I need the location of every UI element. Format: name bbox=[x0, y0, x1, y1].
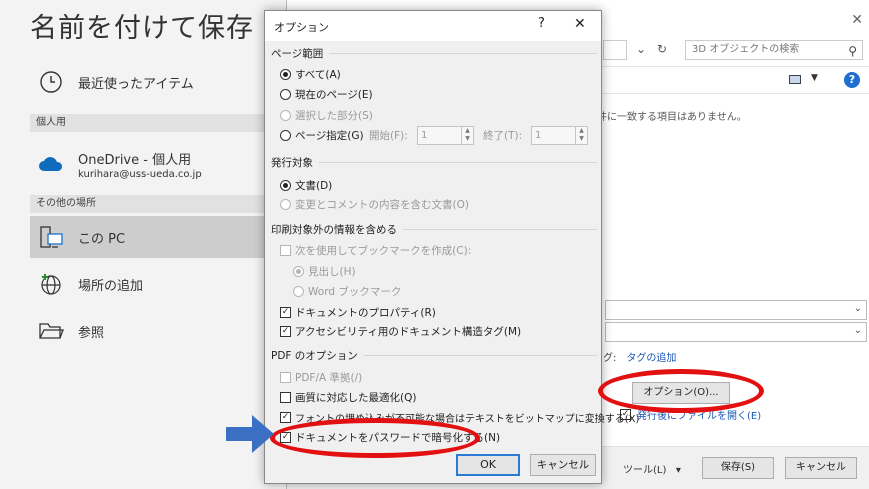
non-printing-heading: 印刷対象外の情報を含める bbox=[271, 222, 597, 237]
highlight-ring-options bbox=[598, 369, 764, 413]
ok-button[interactable]: OK bbox=[456, 454, 520, 476]
empty-message: 件に一致する項目はありません。 bbox=[597, 112, 747, 123]
pdfa-checkbox[interactable]: PDF/A 準拠(/) bbox=[280, 370, 362, 385]
radio-word-bookmarks[interactable]: Word ブックマーク bbox=[293, 284, 401, 299]
folder-icon bbox=[38, 318, 64, 344]
radio-document[interactable]: 文書(D) bbox=[280, 178, 332, 193]
close-icon[interactable]: ✕ bbox=[851, 12, 863, 28]
page-title: 名前を付けて保存 bbox=[30, 13, 254, 44]
cloud-icon bbox=[38, 151, 64, 177]
radio-pages[interactable]: ページ指定(G) bbox=[280, 128, 364, 143]
search-placeholder: 3D オブジェクトの検索 bbox=[692, 44, 800, 55]
browse-label: 参照 bbox=[78, 325, 105, 341]
view-dropdown-icon[interactable]: ▼ bbox=[811, 73, 818, 83]
onedrive-email: kurihara@uss-ueda.co.jp bbox=[78, 168, 202, 180]
add-tags-link[interactable]: タグの追加 bbox=[626, 353, 676, 364]
bookmarks-checkbox[interactable]: 次を使用してブックマークを作成(C): bbox=[280, 243, 471, 258]
close-icon[interactable]: ✕ bbox=[574, 16, 586, 32]
cancel-button[interactable]: キャンセル bbox=[785, 457, 857, 479]
this-pc-item[interactable]: この PC bbox=[30, 216, 286, 258]
options-title: オプション bbox=[274, 21, 329, 34]
this-pc-label: この PC bbox=[78, 231, 126, 247]
chevron-down-icon: ⌄ bbox=[853, 325, 862, 336]
browse-item[interactable]: 参照 bbox=[30, 311, 286, 351]
page-range-heading: ページ範囲 bbox=[271, 46, 597, 61]
search-input[interactable]: 3D オブジェクトの検索 ⚲ bbox=[685, 40, 863, 60]
pointer-arrow-icon bbox=[226, 415, 274, 453]
help-icon[interactable]: ? bbox=[844, 72, 860, 88]
filetype-field[interactable]: ⌄ bbox=[605, 322, 867, 342]
options-titlebar: オプション ? ✕ bbox=[265, 11, 601, 41]
filename-field[interactable]: ⌄ bbox=[605, 300, 867, 320]
onedrive-item[interactable]: OneDrive - 個人用 kurihara@uss-ueda.co.jp bbox=[30, 142, 286, 186]
help-icon[interactable]: ? bbox=[538, 16, 545, 31]
radio-headings[interactable]: 見出し(H) bbox=[293, 264, 356, 279]
refresh-icon[interactable]: ↻ bbox=[657, 42, 667, 56]
add-place-item[interactable]: 場所の追加 bbox=[30, 264, 286, 304]
radio-current-page[interactable]: 現在のページ(E) bbox=[280, 87, 373, 102]
publish-what-heading: 発行対象 bbox=[271, 155, 597, 170]
globe-add-icon bbox=[38, 271, 64, 297]
end-label: 終了(T): bbox=[483, 130, 523, 142]
recent-items[interactable]: 最近使ったアイテム bbox=[30, 62, 286, 102]
properties-checkbox[interactable]: ✓ ドキュメントのプロパティ(R) bbox=[280, 305, 436, 320]
start-label: 開始(F): bbox=[369, 130, 408, 142]
tags-label: グ: bbox=[603, 353, 617, 364]
end-page-stepper[interactable]: 1 ▲ ▼ bbox=[531, 126, 588, 145]
pdf-options-heading: PDF のオプション bbox=[271, 348, 597, 363]
computer-icon bbox=[38, 224, 64, 250]
save-button[interactable]: 保存(S) bbox=[702, 457, 774, 479]
chevron-down-icon[interactable]: ⌄ bbox=[636, 42, 646, 56]
personal-section-header: 個人用 bbox=[30, 114, 286, 132]
recent-label: 最近使ったアイテム bbox=[78, 76, 194, 92]
tags-row: グ: タグの追加 bbox=[603, 349, 676, 364]
structure-tags-checkbox[interactable]: ✓ アクセシビリティ用のドキュメント構造タグ(M) bbox=[280, 324, 521, 339]
onedrive-title: OneDrive - 個人用 bbox=[78, 152, 192, 168]
address-bar[interactable] bbox=[603, 40, 627, 60]
chevron-down-icon: ⌄ bbox=[853, 303, 862, 314]
other-section-header: その他の場所 bbox=[30, 195, 286, 213]
radio-all[interactable]: すべて(A) bbox=[280, 67, 341, 82]
options-dialog: オプション ? ✕ ページ範囲 すべて(A) 現在のページ(E) 選択した部分(… bbox=[264, 10, 639, 484]
optimize-checkbox[interactable]: 画質に対応した最適化(Q) bbox=[280, 390, 416, 405]
highlight-ring-encrypt bbox=[270, 418, 480, 458]
start-page-stepper[interactable]: 1 ▲ ▼ bbox=[417, 126, 474, 145]
clock-icon bbox=[38, 69, 64, 95]
add-place-label: 場所の追加 bbox=[78, 278, 144, 294]
tools-menu[interactable]: ツール(L) ▾ bbox=[623, 461, 681, 476]
search-icon: ⚲ bbox=[848, 44, 857, 58]
radio-markup[interactable]: 変更とコメントの内容を含む文書(O) bbox=[280, 197, 469, 212]
radio-selection[interactable]: 選択した部分(S) bbox=[280, 108, 373, 123]
view-icon[interactable] bbox=[789, 75, 801, 84]
cancel-button[interactable]: キャンセル bbox=[530, 454, 596, 476]
